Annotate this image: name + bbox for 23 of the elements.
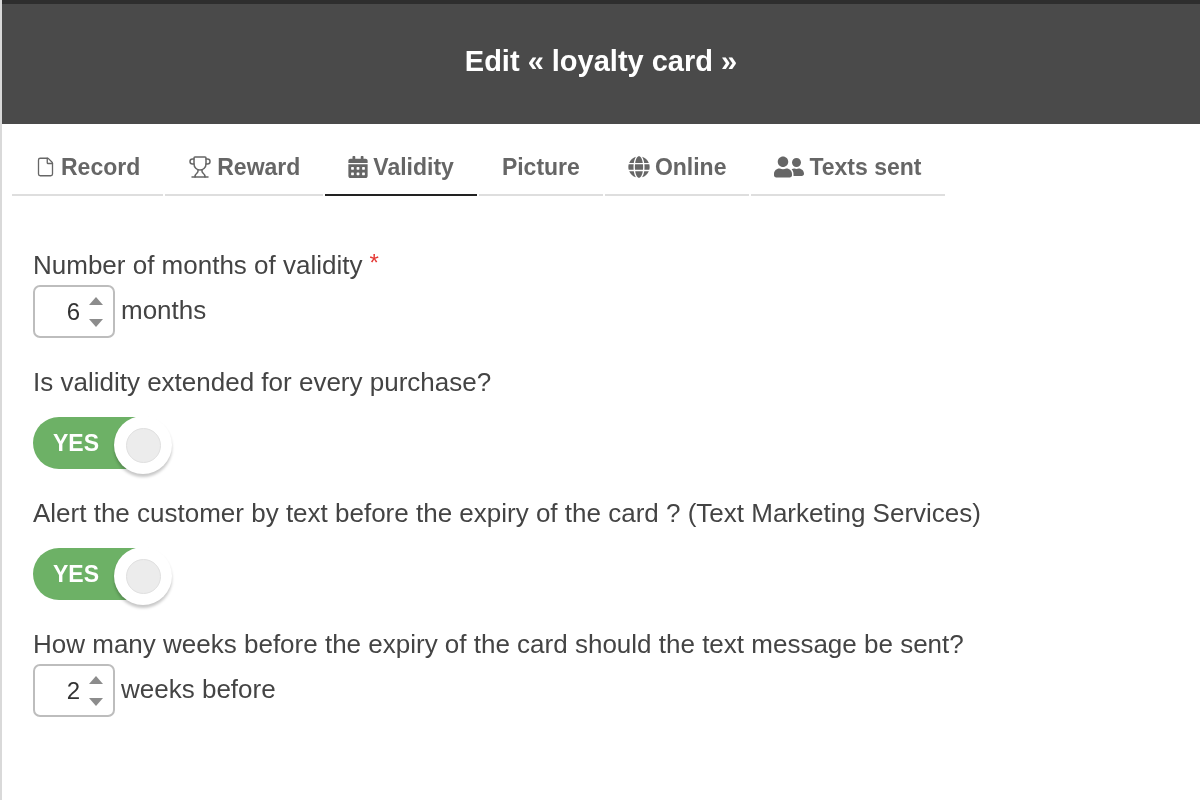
tab[interactable]: Picture xyxy=(478,140,603,196)
field-label: Is validity extended for every purchase? xyxy=(33,367,492,397)
tab[interactable]: Reward xyxy=(165,140,324,196)
required-mark: * xyxy=(369,250,379,276)
field-label: How many weeks before the expiry of the card should the text message be sent? xyxy=(33,629,964,659)
unit-label: months xyxy=(121,294,207,325)
tab[interactable]: Record xyxy=(12,140,164,196)
unit-label: weeks before xyxy=(121,673,276,704)
trophy-icon xyxy=(188,155,213,179)
spinner-icon[interactable] xyxy=(88,674,104,707)
users-icon xyxy=(774,155,805,179)
tab[interactable]: Online xyxy=(604,140,750,196)
spinner-icon[interactable] xyxy=(88,295,104,328)
file-icon xyxy=(35,155,56,179)
tab[interactable]: Texts sent xyxy=(751,140,945,196)
number-field[interactable]: 2 xyxy=(33,664,115,717)
calendar-icon xyxy=(348,156,369,178)
globe-icon xyxy=(627,156,650,178)
dialog-title: Edit « loyalty card » xyxy=(464,44,738,80)
tab[interactable]: Validity xyxy=(325,140,477,196)
number-field[interactable]: 6 xyxy=(33,285,115,338)
field-label: Number of months of validity xyxy=(33,250,363,280)
field-label: Alert the customer by text before the expiry of the card ? (Text Marketing Services) xyxy=(33,498,981,528)
